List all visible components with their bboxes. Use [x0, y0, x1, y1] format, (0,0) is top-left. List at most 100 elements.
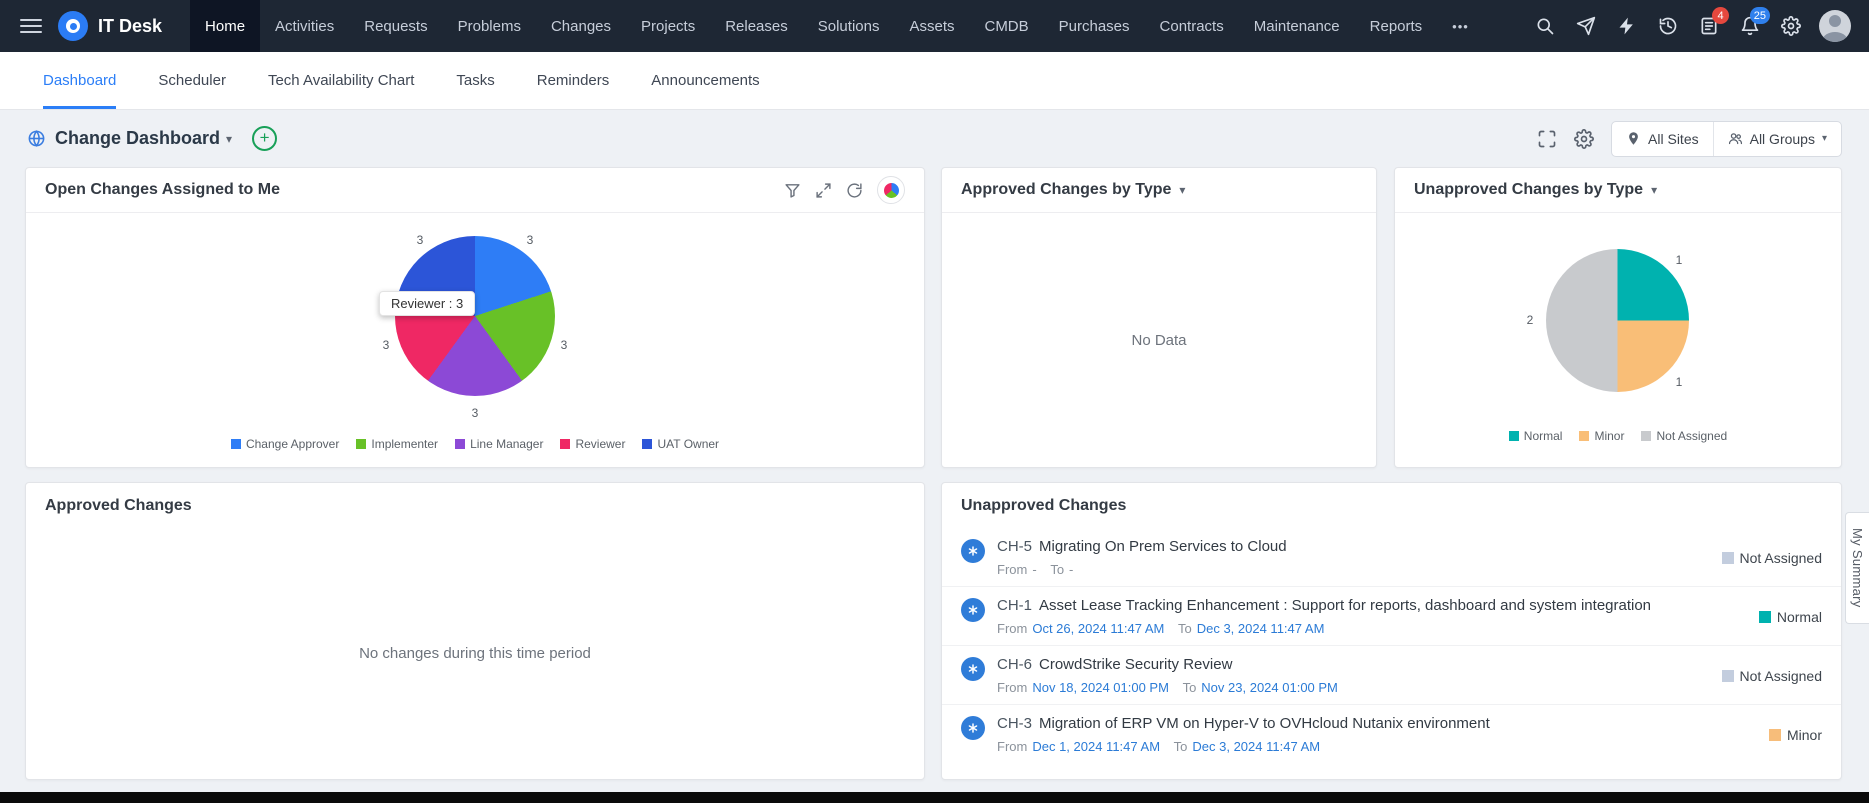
- legend-item-implementer[interactable]: Implementer: [356, 437, 438, 451]
- tab-reminders[interactable]: Reminders: [537, 52, 610, 109]
- fullscreen-icon[interactable]: [1537, 129, 1557, 149]
- nav-item-contracts[interactable]: Contracts: [1145, 0, 1239, 52]
- nav-item-requests[interactable]: Requests: [349, 0, 442, 52]
- legend-item-not-assigned[interactable]: Not Assigned: [1641, 429, 1727, 443]
- nav-item-solutions[interactable]: Solutions: [803, 0, 895, 52]
- groups-icon: [1728, 131, 1743, 146]
- card-title: Approved Changes: [45, 497, 192, 515]
- change-dates: FromOct 26, 2024 11:47 AM ToDec 3, 2024 …: [997, 621, 1651, 636]
- hamburger-menu-icon[interactable]: [20, 19, 42, 33]
- chevron-down-icon: [1822, 133, 1827, 144]
- approvals-icon[interactable]: 4: [1696, 13, 1722, 39]
- card-title: Unapproved Changes by Type: [1414, 181, 1643, 199]
- app-title: IT Desk: [98, 16, 162, 37]
- pie-data-label: 3: [383, 338, 390, 352]
- legend-item-line-manager[interactable]: Line Manager: [455, 437, 543, 451]
- unapproved-type-pie-chart[interactable]: [1546, 249, 1689, 392]
- nav-item-reports[interactable]: Reports: [1355, 0, 1438, 52]
- nav-item-changes[interactable]: Changes: [536, 0, 626, 52]
- tab-tasks[interactable]: Tasks: [456, 52, 494, 109]
- add-dashboard-button[interactable]: [252, 126, 277, 151]
- legend-item-uat-owner[interactable]: UAT Owner: [642, 437, 719, 451]
- globe-icon: [27, 129, 46, 148]
- approvals-badge: 4: [1712, 7, 1729, 24]
- quick-actions-icon[interactable]: [1614, 13, 1640, 39]
- change-title-link[interactable]: Asset Lease Tracking Enhancement : Suppo…: [1039, 597, 1651, 614]
- nav-item-assets[interactable]: Assets: [894, 0, 969, 52]
- change-id: CH-6: [997, 656, 1032, 673]
- legend-item-normal[interactable]: Normal: [1509, 429, 1563, 443]
- change-id: CH-5: [997, 538, 1032, 555]
- nav-item-cmdb[interactable]: CMDB: [969, 0, 1043, 52]
- all-sites-label: All Sites: [1648, 131, 1699, 147]
- tab-tech-availability-chart[interactable]: Tech Availability Chart: [268, 52, 414, 109]
- change-dates: From- To-: [997, 562, 1287, 577]
- whats-new-icon[interactable]: [1573, 13, 1599, 39]
- main-nav: Home Activities Requests Problems Change…: [190, 0, 1484, 52]
- expand-icon[interactable]: [815, 182, 832, 199]
- my-summary-tab[interactable]: My Summary: [1845, 512, 1869, 624]
- legend-item-change-approver[interactable]: Change Approver: [231, 437, 339, 451]
- card-tools: [784, 176, 905, 204]
- chart-legend: Normal Minor Not Assigned: [1395, 429, 1841, 443]
- all-groups-button[interactable]: All Groups: [1713, 122, 1841, 156]
- change-icon: [961, 539, 985, 563]
- tab-announcements[interactable]: Announcements: [651, 52, 759, 109]
- settings-icon[interactable]: [1778, 13, 1804, 39]
- card-unapproved-changes: Unapproved Changes CH-5 Migrating On Prem…: [941, 482, 1842, 780]
- search-icon[interactable]: [1532, 13, 1558, 39]
- chevron-down-icon[interactable]: [226, 132, 232, 146]
- change-list-item[interactable]: CH-5Migrating On Prem Services to Cloud …: [942, 528, 1841, 587]
- history-icon[interactable]: [1655, 13, 1681, 39]
- chevron-down-icon[interactable]: [1651, 183, 1657, 197]
- no-changes-text: No changes during this time period: [26, 528, 924, 779]
- change-title-link[interactable]: Migration of ERP VM on Hyper-V to OVHclo…: [1039, 715, 1490, 732]
- pie-data-label: 3: [417, 233, 424, 247]
- open-changes-pie-chart[interactable]: [395, 236, 555, 396]
- nav-item-releases[interactable]: Releases: [710, 0, 803, 52]
- all-groups-label: All Groups: [1750, 131, 1815, 147]
- tab-dashboard[interactable]: Dashboard: [43, 52, 116, 109]
- change-list-item[interactable]: CH-6CrowdStrike Security Review FromNov …: [942, 646, 1841, 705]
- card-unapproved-changes-by-type: Unapproved Changes by Type 1 1 2 Normal …: [1394, 167, 1842, 468]
- nav-item-maintenance[interactable]: Maintenance: [1239, 0, 1355, 52]
- chart-legend: Change Approver Implementer Line Manager…: [26, 437, 924, 451]
- change-icon: [961, 598, 985, 622]
- all-sites-button[interactable]: All Sites: [1612, 122, 1713, 156]
- change-dates: FromDec 1, 2024 11:47 AM ToDec 3, 2024 1…: [997, 739, 1490, 754]
- change-icon: [961, 657, 985, 681]
- card-title: Unapproved Changes: [961, 497, 1126, 515]
- pie-data-label: 3: [561, 338, 568, 352]
- pie-data-label: 1: [1676, 253, 1683, 267]
- nav-more-button[interactable]: •••: [1437, 0, 1484, 52]
- nav-item-projects[interactable]: Projects: [626, 0, 710, 52]
- chevron-down-icon[interactable]: [1179, 183, 1185, 197]
- nav-item-purchases[interactable]: Purchases: [1044, 0, 1145, 52]
- tab-scheduler[interactable]: Scheduler: [158, 52, 226, 109]
- scope-filter-group: All Sites All Groups: [1611, 121, 1842, 157]
- module-tabs: Dashboard Scheduler Tech Availability Ch…: [0, 52, 1869, 110]
- location-icon: [1626, 131, 1641, 146]
- change-list-item[interactable]: CH-3Migration of ERP VM on Hyper-V to OV…: [942, 705, 1841, 763]
- legend-item-reviewer[interactable]: Reviewer: [560, 437, 625, 451]
- chart-tooltip: Reviewer : 3: [379, 291, 475, 316]
- nav-item-home[interactable]: Home: [190, 0, 260, 52]
- dashboard-settings-icon[interactable]: [1574, 129, 1594, 149]
- refresh-icon[interactable]: [846, 182, 863, 199]
- period-filter-icon[interactable]: [784, 182, 801, 199]
- notifications-icon[interactable]: 25: [1737, 13, 1763, 39]
- legend-item-minor[interactable]: Minor: [1579, 429, 1624, 443]
- pie-chart-area: 1 1 2: [1458, 223, 1778, 423]
- card-approved-changes: Approved Changes No changes during this …: [25, 482, 925, 780]
- dashboard-selector[interactable]: Change Dashboard: [55, 128, 220, 149]
- pie-chart-area: 3 3 3 3 3 Reviewer : 3: [315, 217, 635, 431]
- user-avatar[interactable]: [1819, 10, 1851, 42]
- chart-type-icon[interactable]: [877, 176, 905, 204]
- nav-item-problems[interactable]: Problems: [443, 0, 536, 52]
- change-type-badge: Minor: [1755, 727, 1822, 743]
- nav-item-activities[interactable]: Activities: [260, 0, 349, 52]
- change-title-link[interactable]: CrowdStrike Security Review: [1039, 656, 1232, 673]
- change-title-link[interactable]: Migrating On Prem Services to Cloud: [1039, 538, 1287, 555]
- change-type-badge: Not Assigned: [1708, 668, 1823, 684]
- change-list-item[interactable]: CH-1Asset Lease Tracking Enhancement : S…: [942, 587, 1841, 646]
